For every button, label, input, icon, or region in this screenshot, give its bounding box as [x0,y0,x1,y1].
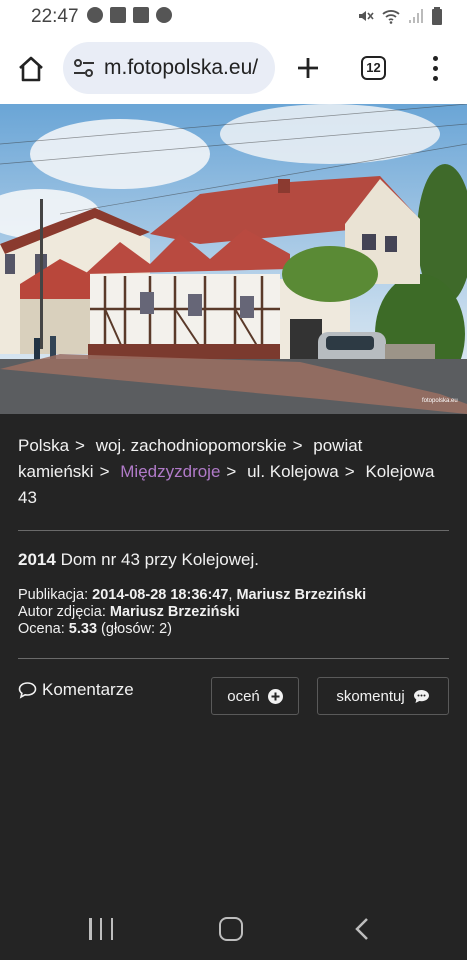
photo-title: 2014 Dom nr 43 przy Kolejowej. [18,550,259,570]
comments-heading[interactable]: Komentarze [18,680,134,700]
new-tab-icon[interactable] [293,53,323,83]
system-icons [356,7,443,25]
notification-icons [87,7,172,23]
photo-meta: Publikacja: 2014-08-28 18:36:47, Mariusz… [18,587,366,638]
signal-icon [409,9,423,23]
comment-label: skomentuj [336,687,405,705]
plus-circle-icon [267,688,283,704]
status-bar: 22:47 [0,0,467,32]
tab-switcher-button[interactable]: 12 [361,56,386,80]
breadcrumb-separator: > [75,436,85,455]
battery-icon [432,7,442,25]
site-settings-icon[interactable] [73,58,95,78]
comment-button[interactable]: skomentuj [317,677,449,715]
breadcrumb-separator: > [99,462,110,481]
wifi-icon [382,10,400,24]
rate-label: oceń [227,687,260,705]
photo-title-text: Dom nr 43 przy Kolejowej. [60,550,259,569]
rating-value: 5.33 [68,621,98,637]
browser-toolbar: m.fotopolska.eu/ 12 [0,32,467,104]
status-time: 22:47 [31,6,79,27]
publication-date: 2014-08-28 18:36:47 [92,587,229,603]
camera-icon [133,7,149,23]
breadcrumb-item-street[interactable]: ul. Kolejowa [247,462,339,481]
comments-label: Komentarze [42,680,134,699]
divider [18,530,449,531]
author-label: Autor zdjęcia: [18,604,106,620]
rating-label: Ocena: [18,621,65,637]
publication-separator: , [228,587,233,603]
breadcrumb-separator: > [292,436,303,455]
publication-row: Publikacja: 2014-08-28 18:36:47, Mariusz… [18,587,366,604]
photo-year: 2014 [18,550,56,569]
speech-bubble-icon [18,682,37,699]
url-text: m.fotopolska.eu/ [104,56,259,79]
breadcrumb-item-town[interactable]: Międzyzdroje [120,462,220,481]
notification-icon [87,7,103,23]
photo-watermark: fotopolska.eu [422,398,458,404]
rating-row: Ocena: 5.33 (głosów: 2) [18,621,366,638]
system-nav-bar [0,898,467,960]
breadcrumb: Polska > woj. zachodniopomorskie > powiat … [18,433,453,511]
breadcrumb-item-voivodeship[interactable]: woj. zachodniopomorskie [96,436,287,455]
recent-apps-icon[interactable] [89,918,113,940]
notification-icon [156,7,172,23]
home-nav-icon[interactable] [219,917,243,941]
publication-author[interactable]: Mariusz Brzeziński [236,587,366,603]
publication-label: Publikacja: [18,587,89,603]
rate-button[interactable]: oceń [211,677,299,715]
divider [18,658,449,659]
address-bar[interactable]: m.fotopolska.eu/ [63,42,275,94]
folder-icon [110,7,126,23]
overflow-menu-icon[interactable] [427,54,443,84]
breadcrumb-separator: > [344,462,355,481]
rating-votes: (głosów: 2) [101,621,172,637]
author-row: Autor zdjęcia: Mariusz Brzeziński [18,604,366,621]
home-icon[interactable] [16,54,46,84]
author-name[interactable]: Mariusz Brzeziński [110,604,240,620]
breadcrumb-separator: > [226,462,237,481]
back-icon[interactable] [352,916,372,942]
comment-icon [413,689,429,703]
photo-image: fotopolska.eu [0,104,467,414]
mute-icon [359,11,374,21]
main-photo[interactable]: fotopolska.eu [0,104,467,414]
breadcrumb-item-country[interactable]: Polska [18,436,69,455]
